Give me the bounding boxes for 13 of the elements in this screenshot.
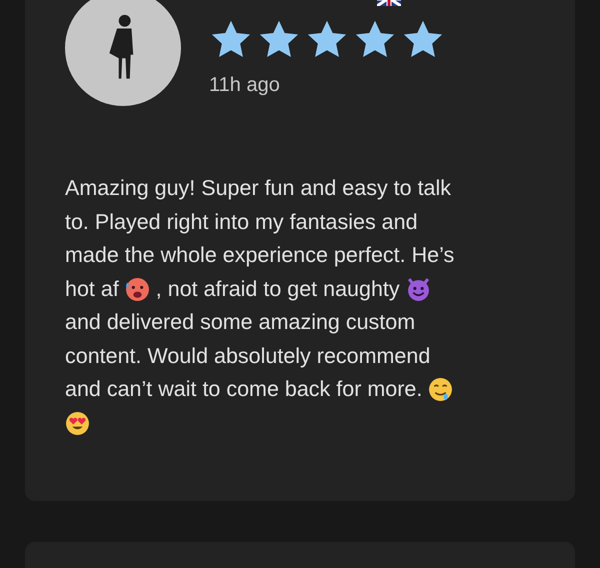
review-text: to. Played right into my fantasies and <box>65 208 418 236</box>
hot-face-icon <box>124 276 150 302</box>
drooling-face-icon <box>428 377 454 402</box>
review-text: Amazing guy! Super fun and easy to talk <box>65 175 452 202</box>
review-text: made the whole experience perfect. He’s <box>65 242 454 269</box>
review-text: , not afraid to get naughty <box>156 276 400 302</box>
review-text: and delivered some amazing custom <box>65 309 416 336</box>
review-text: content. Would absolutely recommend <box>65 342 430 370</box>
devil-icon <box>406 276 431 302</box>
review-text: and can’t wait to come back for more. <box>65 376 422 403</box>
heart-eyes-icon <box>65 410 90 436</box>
review-time: 11h ago <box>209 74 280 97</box>
review-text: hot af <box>65 276 119 302</box>
